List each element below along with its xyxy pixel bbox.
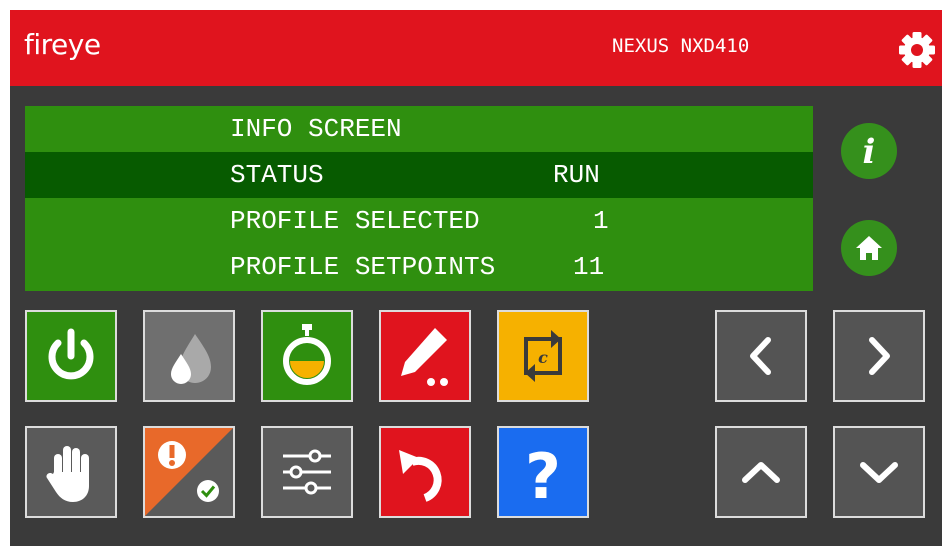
profile-setpoints-value: 11: [573, 252, 605, 282]
fireye-logo: fireye: [24, 28, 101, 61]
settings-button[interactable]: [895, 28, 939, 72]
hmi-screen: fireye NEXUS NXD410 INFO SCREEN STATUS R…: [10, 10, 942, 546]
profile-setpoints-row: PROFILE SETPOINTS 11: [25, 244, 813, 290]
pencil-icon: [401, 328, 448, 386]
display-title: INFO SCREEN: [230, 114, 402, 144]
profile-setpoints-label: PROFILE SETPOINTS: [230, 252, 496, 282]
adjust-button[interactable]: [261, 426, 353, 518]
fuel-button[interactable]: [143, 310, 235, 402]
chevron-left-icon: [750, 337, 771, 375]
cycle-icon: c: [524, 330, 562, 382]
undo-button[interactable]: [379, 426, 471, 518]
gear-icon: [899, 32, 935, 68]
status-label: STATUS: [230, 160, 324, 190]
hand-icon: [46, 446, 89, 502]
status-value: RUN: [553, 160, 600, 190]
up-button[interactable]: [715, 426, 807, 518]
power-icon: [48, 328, 94, 380]
chevron-right-icon: [869, 337, 890, 375]
alarm-status-icon: [145, 428, 233, 516]
power-button[interactable]: [25, 310, 117, 402]
svg-text:c: c: [538, 348, 548, 367]
profile-selected-row: PROFILE SELECTED 1: [25, 198, 813, 244]
svg-text:i: i: [863, 132, 876, 172]
down-button[interactable]: [833, 426, 925, 518]
status-row: STATUS RUN: [25, 152, 813, 198]
left-button[interactable]: [715, 310, 807, 402]
edit-button[interactable]: [379, 310, 471, 402]
help-button[interactable]: ?: [497, 426, 589, 518]
home-button[interactable]: [841, 220, 897, 276]
profile-selected-value: 1: [593, 206, 609, 236]
display-title-row: INFO SCREEN: [25, 106, 813, 152]
right-button[interactable]: [833, 310, 925, 402]
device-name: NEXUS NXD410: [612, 35, 750, 57]
undo-icon: [399, 450, 442, 502]
home-icon: [856, 236, 882, 260]
info-button[interactable]: i: [841, 123, 897, 179]
info-icon: i: [863, 132, 876, 172]
flame-drop-icon: [171, 334, 211, 384]
profile-selected-label: PROFILE SELECTED: [230, 206, 480, 236]
header-bar: fireye NEXUS NXD410: [10, 10, 942, 86]
cycle-button[interactable]: c: [497, 310, 589, 402]
manual-button[interactable]: [25, 426, 117, 518]
sliders-icon: [283, 449, 331, 495]
chevron-up-icon: [742, 462, 780, 483]
stopwatch-icon: [283, 324, 331, 385]
info-display: INFO SCREEN STATUS RUN PROFILE SELECTED …: [25, 106, 813, 291]
question-icon: ?: [525, 440, 561, 513]
chevron-down-icon: [860, 462, 898, 483]
svg-text:?: ?: [525, 440, 561, 513]
timer-button[interactable]: [261, 310, 353, 402]
alarm-button[interactable]: [143, 426, 235, 518]
